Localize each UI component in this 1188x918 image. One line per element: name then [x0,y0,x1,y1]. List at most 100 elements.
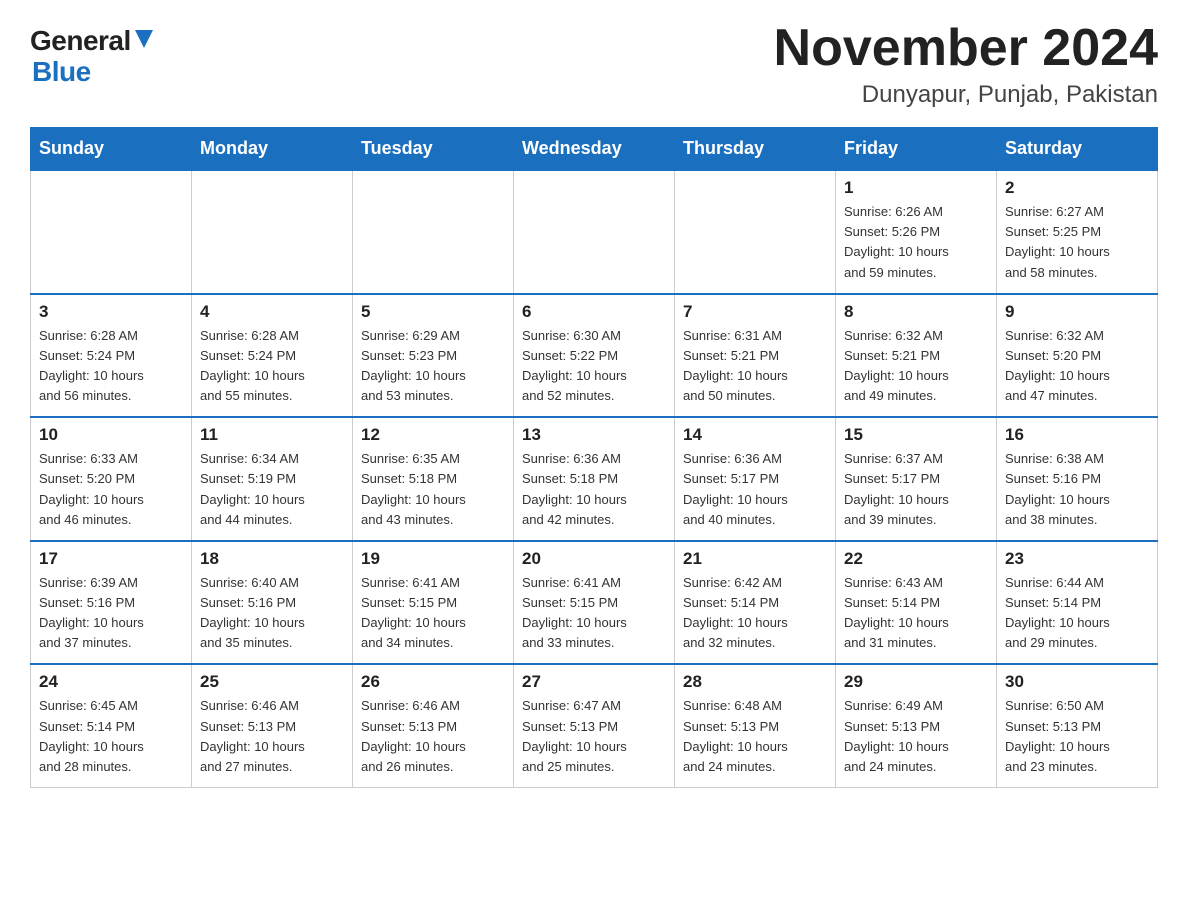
calendar-cell: 20Sunrise: 6:41 AM Sunset: 5:15 PM Dayli… [514,541,675,665]
day-info: Sunrise: 6:43 AM Sunset: 5:14 PM Dayligh… [844,573,988,654]
day-number: 17 [39,549,183,569]
calendar-cell: 23 Sunrise: 6:44 AM Sunset: 5:14 PM Dayli… [997,541,1158,665]
day-number: 4 [200,302,344,322]
day-info: Sunrise: 6:34 AM Sunset: 5:19 PM Dayligh… [200,449,344,530]
day-number: 8 [844,302,988,322]
day-number: 3 [39,302,183,322]
title-area: November 2024 Dunyapur, Punjab, Pakistan [774,20,1158,109]
week-row-4: 17 Sunrise: 6:39 AM Sunset: 5:16 PM Dayli… [31,541,1158,665]
day-info: Sunrise: 6:46 AM Sunset: 5:13 PM Dayligh… [361,696,505,777]
day-info: Sunrise: 6:29 AM Sunset: 5:23 PM Dayligh… [361,326,505,407]
day-number: 25 [200,672,344,692]
calendar-header-row: SundayMondayTuesdayWednesdayThursdayFrid… [31,128,1158,171]
calendar-cell: 25 Sunrise: 6:46 AM Sunset: 5:13 PM Dayli… [192,664,353,787]
day-number: 20 [522,549,666,569]
logo-general: General [30,26,131,57]
calendar-cell: 27 Sunrise: 6:47 AM Sunset: 5:13 PM Dayli… [514,664,675,787]
calendar-cell [31,170,192,294]
day-number: 6 [522,302,666,322]
calendar-cell: 11 Sunrise: 6:34 AM Sunset: 5:19 PM Dayli… [192,417,353,541]
day-number: 23 [1005,549,1149,569]
logo-blue: Blue [32,57,91,88]
calendar-cell [675,170,836,294]
day-number: 9 [1005,302,1149,322]
calendar-cell: 28 Sunrise: 6:48 AM Sunset: 5:13 PM Dayli… [675,664,836,787]
day-info: Sunrise: 6:28 AM Sunset: 5:24 PM Dayligh… [200,326,344,407]
logo: General Blue [30,20,153,88]
day-number: 16 [1005,425,1149,445]
calendar-cell: 18 Sunrise: 6:40 AM Sunset: 5:16 PM Dayli… [192,541,353,665]
calendar-cell: 3Sunrise: 6:28 AM Sunset: 5:24 PM Daylig… [31,294,192,418]
calendar-cell: 22 Sunrise: 6:43 AM Sunset: 5:14 PM Dayli… [836,541,997,665]
day-number: 28 [683,672,827,692]
calendar-cell: 15Sunrise: 6:37 AM Sunset: 5:17 PM Dayli… [836,417,997,541]
day-number: 2 [1005,178,1149,198]
calendar-cell [514,170,675,294]
day-number: 11 [200,425,344,445]
calendar-cell [192,170,353,294]
calendar-cell: 14 Sunrise: 6:36 AM Sunset: 5:17 PM Dayli… [675,417,836,541]
header-sunday: Sunday [31,128,192,171]
calendar-cell: 6 Sunrise: 6:30 AM Sunset: 5:22 PM Daylig… [514,294,675,418]
day-info: Sunrise: 6:30 AM Sunset: 5:22 PM Dayligh… [522,326,666,407]
day-info: Sunrise: 6:50 AM Sunset: 5:13 PM Dayligh… [1005,696,1149,777]
day-number: 12 [361,425,505,445]
page-header: General Blue November 2024 Dunyapur, Pun… [30,20,1158,109]
day-info: Sunrise: 6:26 AM Sunset: 5:26 PM Dayligh… [844,202,988,283]
calendar-subtitle: Dunyapur, Punjab, Pakistan [774,81,1158,109]
day-number: 18 [200,549,344,569]
day-number: 1 [844,178,988,198]
day-info: Sunrise: 6:47 AM Sunset: 5:13 PM Dayligh… [522,696,666,777]
day-info: Sunrise: 6:45 AM Sunset: 5:14 PM Dayligh… [39,696,183,777]
calendar-cell: 7Sunrise: 6:31 AM Sunset: 5:21 PM Daylig… [675,294,836,418]
day-info: Sunrise: 6:44 AM Sunset: 5:14 PM Dayligh… [1005,573,1149,654]
calendar-cell: 8Sunrise: 6:32 AM Sunset: 5:21 PM Daylig… [836,294,997,418]
day-info: Sunrise: 6:49 AM Sunset: 5:13 PM Dayligh… [844,696,988,777]
day-number: 27 [522,672,666,692]
week-row-3: 10Sunrise: 6:33 AM Sunset: 5:20 PM Dayli… [31,417,1158,541]
day-info: Sunrise: 6:31 AM Sunset: 5:21 PM Dayligh… [683,326,827,407]
header-wednesday: Wednesday [514,128,675,171]
day-info: Sunrise: 6:38 AM Sunset: 5:16 PM Dayligh… [1005,449,1149,530]
logo-triangle-icon [135,30,153,48]
week-row-2: 3 Sunrise: 6:28 AM Sunset: 5:24 PM Daylig… [31,294,1158,418]
day-info: Sunrise: 6:39 AM Sunset: 5:16 PM Dayligh… [39,573,183,654]
calendar-cell: 19 Sunrise: 6:41 AM Sunset: 5:15 PM Dayli… [353,541,514,665]
day-info: Sunrise: 6:33 AM Sunset: 5:20 PM Dayligh… [39,449,183,530]
day-info: Sunrise: 6:48 AM Sunset: 5:13 PM Dayligh… [683,696,827,777]
calendar-title: November 2024 [774,20,1158,77]
header-thursday: Thursday [675,128,836,171]
day-info: Sunrise: 6:42 AM Sunset: 5:14 PM Dayligh… [683,573,827,654]
calendar-cell: 16 Sunrise: 6:38 AM Sunset: 5:16 PM Dayli… [997,417,1158,541]
day-info: Sunrise: 6:36 AM Sunset: 5:18 PM Dayligh… [522,449,666,530]
header-monday: Monday [192,128,353,171]
header-friday: Friday [836,128,997,171]
day-number: 13 [522,425,666,445]
calendar-cell: 17 Sunrise: 6:39 AM Sunset: 5:16 PM Dayli… [31,541,192,665]
calendar-cell: 5 Sunrise: 6:29 AM Sunset: 5:23 PM Daylig… [353,294,514,418]
calendar-cell: 21 Sunrise: 6:42 AM Sunset: 5:14 PM Dayli… [675,541,836,665]
day-info: Sunrise: 6:35 AM Sunset: 5:18 PM Dayligh… [361,449,505,530]
calendar-cell: 10Sunrise: 6:33 AM Sunset: 5:20 PM Dayli… [31,417,192,541]
day-number: 5 [361,302,505,322]
day-info: Sunrise: 6:32 AM Sunset: 5:20 PM Dayligh… [1005,326,1149,407]
day-number: 19 [361,549,505,569]
day-info: Sunrise: 6:37 AM Sunset: 5:17 PM Dayligh… [844,449,988,530]
day-number: 26 [361,672,505,692]
day-number: 14 [683,425,827,445]
calendar-cell: 13 Sunrise: 6:36 AM Sunset: 5:18 PM Dayli… [514,417,675,541]
calendar-cell: 9 Sunrise: 6:32 AM Sunset: 5:20 PM Daylig… [997,294,1158,418]
day-number: 21 [683,549,827,569]
calendar-cell: 1 Sunrise: 6:26 AM Sunset: 5:26 PM Daylig… [836,170,997,294]
day-info: Sunrise: 6:41 AM Sunset: 5:15 PM Dayligh… [361,573,505,654]
day-number: 29 [844,672,988,692]
day-number: 24 [39,672,183,692]
day-info: Sunrise: 6:36 AM Sunset: 5:17 PM Dayligh… [683,449,827,530]
day-number: 22 [844,549,988,569]
calendar-cell: 29 Sunrise: 6:49 AM Sunset: 5:13 PM Dayli… [836,664,997,787]
calendar-cell: 12 Sunrise: 6:35 AM Sunset: 5:18 PM Dayli… [353,417,514,541]
day-info: Sunrise: 6:40 AM Sunset: 5:16 PM Dayligh… [200,573,344,654]
calendar-cell: 2Sunrise: 6:27 AM Sunset: 5:25 PM Daylig… [997,170,1158,294]
week-row-5: 24 Sunrise: 6:45 AM Sunset: 5:14 PM Dayli… [31,664,1158,787]
day-info: Sunrise: 6:46 AM Sunset: 5:13 PM Dayligh… [200,696,344,777]
